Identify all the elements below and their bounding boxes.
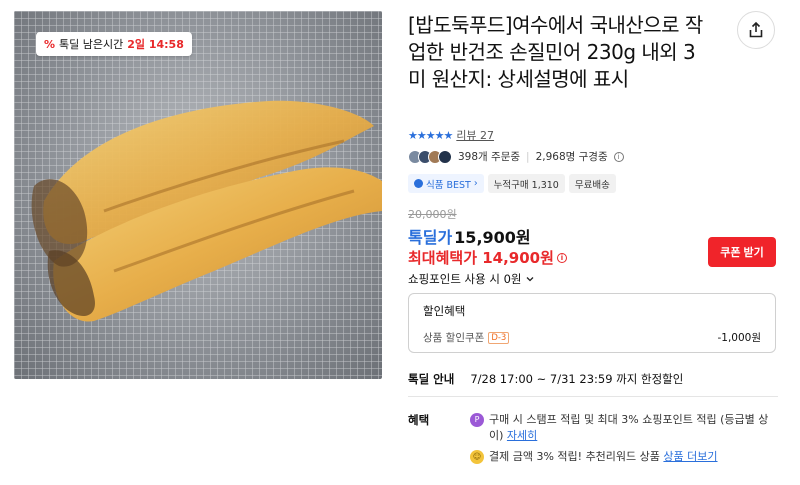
more-products-link[interactable]: 상품 더보기 — [663, 450, 717, 463]
deal-price: 톡딜가 15,900원 — [408, 224, 531, 248]
discount-amount: -1,000원 — [717, 332, 761, 344]
deal-timer-badge: % 톡딜 남은시간 2일 14:58 — [36, 32, 192, 56]
original-price: 20,000원 — [408, 208, 457, 221]
deal-timer-label: 톡딜 남은시간 — [59, 38, 124, 51]
benefit-item-text: 결제 금액 3% 적립! 추천리워드 상품 상품 더보기 — [489, 449, 718, 465]
discount-box: 할인혜택 상품 할인쿠폰 D-3 -1,000원 — [408, 293, 776, 353]
detail-link[interactable]: 자세히 — [507, 429, 537, 442]
benefit-item: ☺ 결제 금액 3% 적립! 추천리워드 상품 상품 더보기 — [470, 449, 770, 465]
dday-badge: D-3 — [488, 331, 510, 344]
subscriber-count: 2,968명 구경중 — [535, 151, 608, 163]
share-icon — [749, 21, 763, 38]
product-title: [밥도둑푸드]여수에서 국내산으로 작업한 반건조 손질민어 230g 내외 3… — [408, 13, 703, 91]
deal-price-label: 톡딜가 — [408, 228, 453, 247]
best-badge-icon — [414, 179, 423, 188]
chevron-down-icon — [526, 277, 533, 282]
point-icon: P — [470, 413, 484, 427]
tag-label: 식품 BEST — [426, 179, 471, 191]
tag-food-best[interactable]: 식품 BEST › — [408, 174, 484, 193]
deal-timer-time: 2일 14:58 — [127, 38, 184, 51]
discount-row: 상품 할인쿠폰 D-3 -1,000원 — [423, 330, 761, 345]
percent-icon: % — [44, 37, 56, 51]
tag-cumulative: 누적구매 1,310 — [487, 174, 565, 193]
benefit-label: 혜택 — [408, 413, 430, 427]
discount-head: 할인혜택 — [423, 304, 466, 318]
deal-notice-label: 톡딜 안내 — [408, 372, 455, 386]
buyers-row: 398개 주문중 | 2,968명 구경중 i — [408, 149, 624, 164]
benefit-item: P 구매 시 스탬프 적립 및 최대 3% 쇼핑포인트 적립 (등급별 상이) … — [470, 412, 770, 444]
discount-item-label: 상품 할인쿠폰 — [423, 332, 485, 344]
max-benefit-price: 최대혜택가 14,900원 i — [408, 247, 567, 268]
deal-notice-text: 7/28 17:00 ~ 7/31 23:59 까지 한정할인 — [470, 372, 684, 386]
tag-free-shipping: 무료배송 — [568, 174, 616, 193]
benefit-text: 결제 금액 3% 적립! 추천리워드 상품 — [489, 450, 660, 463]
smile-coin-icon: ☺ — [470, 450, 484, 464]
tags-row: 식품 BEST › 누적구매 1,310 무료배송 — [408, 174, 616, 193]
product-photo-illustration — [14, 11, 382, 379]
chevron-right-icon: › — [473, 178, 478, 189]
deal-price-amount: 15,900원 — [454, 228, 531, 247]
info-icon[interactable]: i — [613, 151, 624, 162]
avatar — [438, 149, 452, 164]
points-label: 쇼핑포인트 사용 시 0원 — [408, 272, 522, 286]
points-dropdown[interactable]: 쇼핑포인트 사용 시 0원 — [408, 271, 535, 287]
deal-notice: 톡딜 안내 7/28 17:00 ~ 7/31 23:59 까지 한정할인 — [408, 371, 683, 387]
share-button[interactable] — [737, 11, 775, 49]
review-link[interactable]: 리뷰 27 — [456, 127, 494, 143]
divider: | — [526, 150, 530, 163]
buyer-avatars — [408, 149, 452, 164]
rating-stars: ★★★★★ — [408, 128, 453, 142]
benefit-list: P 구매 시 스탬프 적립 및 최대 3% 쇼핑포인트 적립 (등급별 상이) … — [470, 412, 770, 470]
product-image: % 톡딜 남은시간 2일 14:58 — [14, 11, 382, 379]
coupon-button[interactable]: 쿠폰 받기 — [708, 237, 776, 267]
section-divider — [408, 396, 778, 397]
info-icon[interactable]: i — [556, 252, 567, 263]
rating-row: ★★★★★ 리뷰 27 — [408, 127, 494, 143]
max-benefit-text: 최대혜택가 14,900원 — [408, 249, 554, 267]
order-count: 398개 주문중 — [458, 151, 521, 163]
benefit-item-text: 구매 시 스탬프 적립 및 최대 3% 쇼핑포인트 적립 (등급별 상이) 자세… — [489, 412, 770, 444]
